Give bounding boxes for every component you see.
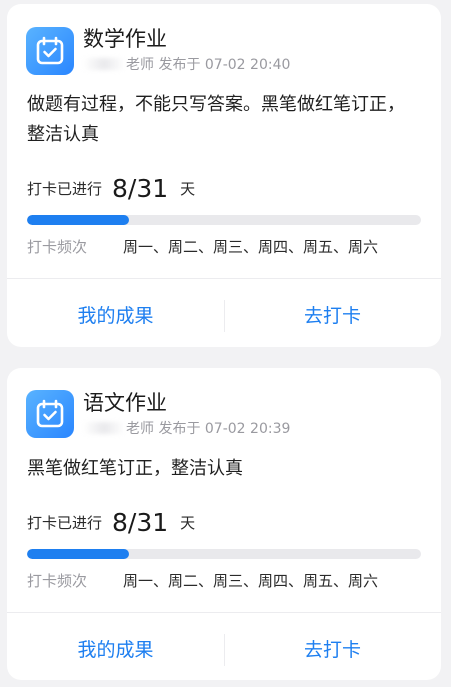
assignment-meta: 老师 发布于 07-02 20:40 xyxy=(83,56,290,74)
teacher-suffix: 老师 xyxy=(126,421,154,437)
assignment-card-chinese[interactable]: 语文作业 老师 发布于 07-02 20:39 黑笔做红笔订正，整洁认真 打卡已… xyxy=(7,368,441,680)
progress-unit: 天 xyxy=(180,514,196,532)
frequency-label: 打卡频次 xyxy=(27,238,88,256)
checkin-frequency: 打卡频次 周一、周二、周三、周四、周五、周六 xyxy=(27,571,378,591)
check-in-button[interactable]: 去打卡 xyxy=(224,297,441,335)
my-results-button[interactable]: 我的成果 xyxy=(7,631,224,669)
progress-unit: 天 xyxy=(180,180,196,198)
progress-summary: 打卡已进行 8/31 天 xyxy=(27,174,195,208)
redacted-teacher-name xyxy=(83,58,125,70)
teacher-suffix: 老师 xyxy=(126,57,154,73)
publish-time: 发布于 07-02 20:40 xyxy=(158,57,291,73)
progress-bar-fill xyxy=(27,215,129,225)
progress-label: 打卡已进行 xyxy=(27,514,103,532)
progress-bar xyxy=(27,549,421,559)
progress-bar-fill xyxy=(27,549,129,559)
progress-bar xyxy=(27,215,421,225)
assignment-description: 做题有过程，不能只写答案。黑笔做红笔订正，整洁认真 xyxy=(27,94,405,145)
divider xyxy=(7,278,441,279)
redacted-teacher-name xyxy=(83,422,125,434)
publish-time: 发布于 07-02 20:39 xyxy=(158,421,291,437)
check-in-button[interactable]: 去打卡 xyxy=(224,631,441,669)
assignment-title: 数学作业 xyxy=(83,27,167,51)
assignment-list: 数学作业 老师 发布于 07-02 20:40 做题有过程，不能只写答案。黑笔做… xyxy=(0,0,451,687)
assignment-meta: 老师 发布于 07-02 20:39 xyxy=(83,420,290,438)
progress-count: 8/31 xyxy=(112,174,169,203)
progress-count: 8/31 xyxy=(112,508,169,537)
progress-summary: 打卡已进行 8/31 天 xyxy=(27,508,195,542)
frequency-days: 周一、周二、周三、周四、周五、周六 xyxy=(123,572,379,590)
assignment-description: 黑笔做红笔订正，整洁认真 xyxy=(27,458,243,479)
frequency-label: 打卡频次 xyxy=(27,572,88,590)
calendar-check-icon xyxy=(26,390,74,438)
divider xyxy=(7,612,441,613)
assignment-title: 语文作业 xyxy=(83,391,167,415)
assignment-card-math[interactable]: 数学作业 老师 发布于 07-02 20:40 做题有过程，不能只写答案。黑笔做… xyxy=(7,4,441,347)
frequency-days: 周一、周二、周三、周四、周五、周六 xyxy=(123,238,379,256)
progress-label: 打卡已进行 xyxy=(27,180,103,198)
calendar-check-icon xyxy=(26,27,74,75)
checkin-frequency: 打卡频次 周一、周二、周三、周四、周五、周六 xyxy=(27,237,378,257)
my-results-button[interactable]: 我的成果 xyxy=(7,297,224,335)
